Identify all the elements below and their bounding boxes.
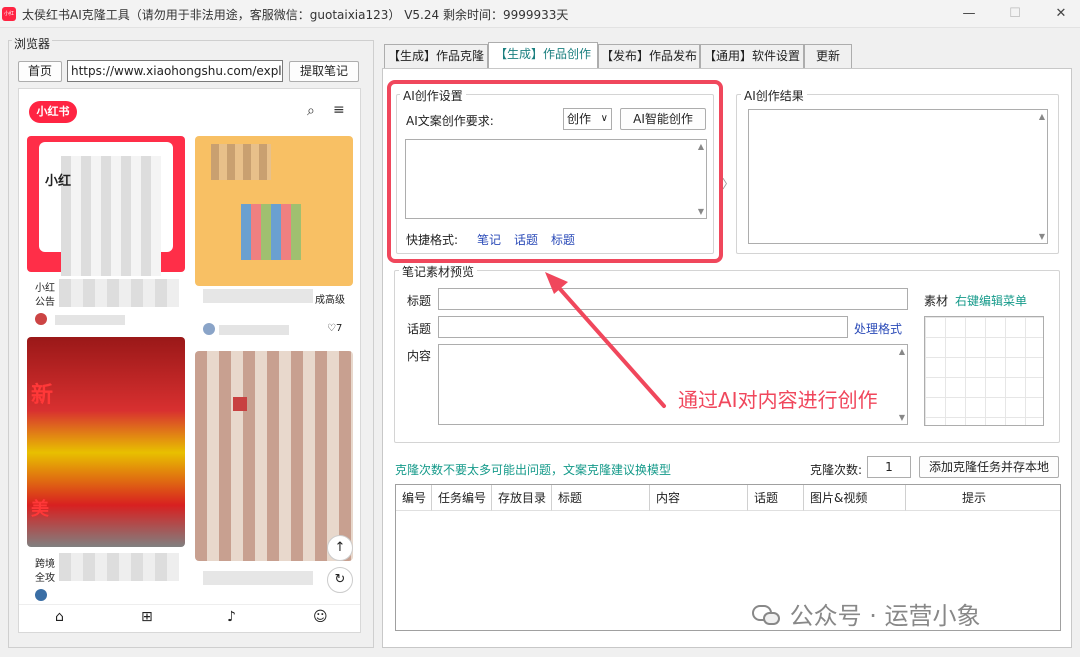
card-caption: 小红 bbox=[35, 283, 55, 294]
search-icon[interactable]: ⌕ bbox=[307, 103, 315, 119]
refresh-button[interactable]: ↻ bbox=[327, 567, 353, 593]
title-label: 标题 bbox=[407, 294, 432, 308]
fetch-note-button[interactable]: 提取笔记 bbox=[289, 61, 359, 82]
menu-icon[interactable]: ≡ bbox=[333, 102, 345, 118]
back-to-top-button[interactable]: ↑ bbox=[327, 535, 353, 561]
column-header[interactable]: 话题 bbox=[748, 485, 804, 511]
material-grid[interactable] bbox=[924, 316, 1044, 426]
column-header[interactable]: 任务编号 bbox=[432, 485, 492, 511]
card-title: 美 bbox=[31, 499, 49, 520]
scroll-up-icon[interactable]: ▲ bbox=[1039, 112, 1045, 121]
xiaohongshu-webview: 小红书 ⌕ ≡ 小红 小红 公告 成高级 ♡7 新 美 跨境 全攻 ↑ ↻ ⌂ … bbox=[18, 88, 361, 633]
xhs-logo: 小红书 bbox=[29, 101, 77, 123]
card-caption-sub: 公告 bbox=[35, 297, 55, 308]
title-bar: 小红书 太侯红书AI克隆工具（请勿用于非法用途，客服微信：guotaixia12… bbox=[0, 0, 1080, 28]
content-label: 内容 bbox=[407, 349, 432, 363]
annotation-arrow bbox=[545, 272, 666, 408]
tab-clone[interactable]: 【生成】作品克隆 bbox=[384, 44, 488, 68]
process-format-link[interactable]: 处理格式 bbox=[854, 320, 902, 337]
clone-tip: 克隆次数不要太多可能出问题，文案克隆建议换模型 bbox=[395, 463, 672, 477]
watermark-text: 公众号 · 运营小象 bbox=[789, 602, 981, 630]
card-title: 新 bbox=[31, 383, 54, 408]
scroll-down-icon[interactable]: ▼ bbox=[1039, 232, 1045, 241]
ai-result-textarea[interactable]: ▲ ▼ bbox=[748, 109, 1048, 244]
app-icon: 小红书 bbox=[2, 7, 16, 21]
card-caption-sub: 全攻 bbox=[35, 573, 55, 584]
note-preview-title: 笔记素材预览 bbox=[399, 263, 478, 280]
right-click-edit-menu-link[interactable]: 右键编辑菜单 bbox=[955, 292, 1027, 309]
column-header[interactable]: 编号 bbox=[396, 485, 432, 511]
ai-result-title: AI创作结果 bbox=[741, 87, 807, 104]
scroll-up-icon[interactable]: ▲ bbox=[899, 347, 905, 356]
profile-icon[interactable]: ☺ bbox=[313, 609, 328, 625]
column-header[interactable]: 存放目录 bbox=[492, 485, 552, 511]
bottom-nav: ⌂ ⊞ ♪ ☺ bbox=[19, 604, 360, 632]
watermark: 公众号 · 运营小象 bbox=[752, 596, 981, 631]
card-caption: 跨境 bbox=[35, 559, 55, 570]
url-input[interactable]: https://www.xiaohongshu.com/explor bbox=[67, 60, 283, 82]
highlight-box bbox=[387, 80, 723, 263]
add-icon[interactable]: ⊞ bbox=[141, 609, 153, 625]
home-icon[interactable]: ⌂ bbox=[55, 609, 64, 625]
topic-label: 话题 bbox=[407, 322, 432, 336]
column-header[interactable]: 标题 bbox=[552, 485, 650, 511]
feed-card-image[interactable] bbox=[195, 136, 353, 286]
avatar bbox=[203, 323, 215, 335]
wechat-icon bbox=[752, 603, 782, 627]
feed-card-image[interactable] bbox=[195, 351, 353, 561]
browser-label: 浏览器 bbox=[12, 35, 53, 52]
maximize-button[interactable]: ☐ bbox=[1004, 4, 1026, 24]
minimize-button[interactable]: — bbox=[958, 4, 980, 24]
clone-count-input[interactable]: 1 bbox=[867, 456, 911, 478]
close-button[interactable]: ✕ bbox=[1050, 4, 1072, 24]
add-clone-task-button[interactable]: 添加克隆任务并存本地 bbox=[919, 456, 1059, 478]
tab-update[interactable]: 更新 bbox=[804, 44, 852, 68]
like-count[interactable]: ♡7 bbox=[327, 323, 342, 334]
card-title: 小红 bbox=[45, 174, 72, 189]
tab-settings[interactable]: 【通用】软件设置 bbox=[700, 44, 804, 68]
clone-count-label: 克隆次数: bbox=[810, 463, 863, 477]
scroll-down-icon[interactable]: ▼ bbox=[899, 413, 905, 422]
annotation-text: 通过AI对内容进行创作 bbox=[678, 388, 878, 412]
card-caption-sub: 成高级 bbox=[315, 295, 345, 306]
tab-create[interactable]: 【生成】作品创作 bbox=[488, 42, 598, 68]
splitter-icon[interactable]: 〉 bbox=[722, 175, 734, 192]
avatar bbox=[35, 313, 47, 325]
column-header[interactable]: 图片&视频 bbox=[804, 485, 906, 511]
column-header[interactable]: 提示 bbox=[906, 485, 1060, 511]
tab-publish[interactable]: 【发布】作品发布 bbox=[598, 44, 700, 68]
window-title: 太侯红书AI克隆工具（请勿用于非法用途，客服微信：guotaixia123） V… bbox=[22, 8, 569, 22]
feed-card-image[interactable]: 新 美 bbox=[27, 337, 185, 547]
material-label: 素材 bbox=[924, 294, 949, 308]
column-header[interactable]: 内容 bbox=[650, 485, 748, 511]
feed-card-image[interactable]: 小红 bbox=[27, 136, 185, 276]
bell-icon[interactable]: ♪ bbox=[227, 609, 236, 625]
avatar bbox=[35, 589, 47, 601]
home-button[interactable]: 首页 bbox=[18, 61, 62, 82]
